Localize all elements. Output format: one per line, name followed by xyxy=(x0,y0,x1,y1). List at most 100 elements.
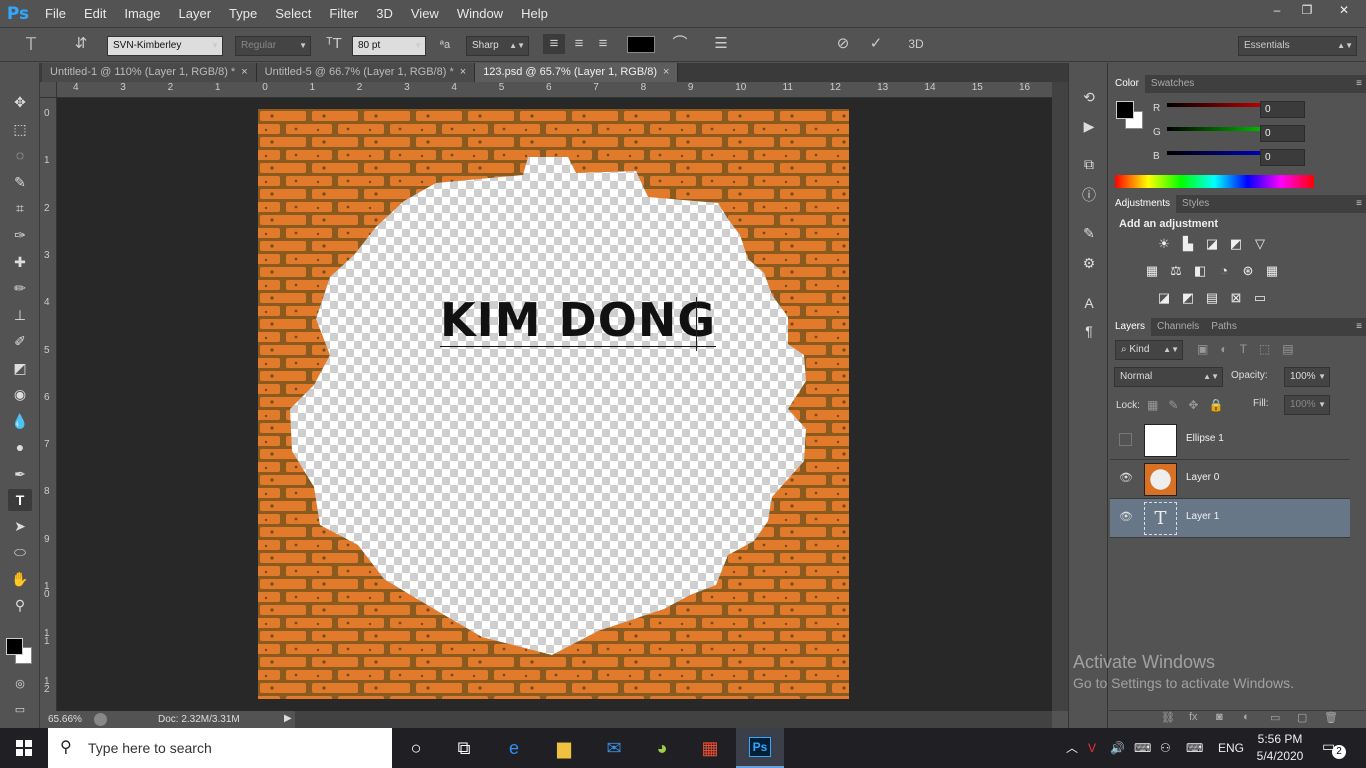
toggle-text-orientation-icon[interactable]: ⇵ xyxy=(70,34,92,54)
type-tool-preset-icon[interactable]: T xyxy=(20,34,42,54)
selective-color-icon[interactable]: ⊠ xyxy=(1227,290,1245,306)
color-balance-icon[interactable]: ⚖ xyxy=(1167,263,1185,279)
brush-tool-icon[interactable]: ✏ xyxy=(8,277,32,299)
eraser-tool-icon[interactable]: ◩ xyxy=(8,357,32,379)
layer-row-ellipse-1[interactable]: Ellipse 1 xyxy=(1110,421,1350,460)
task-view-icon[interactable]: ⧉ xyxy=(440,728,488,768)
brush-presets-icon[interactable]: ✎ xyxy=(1078,225,1100,245)
photoshop-logo[interactable]: Ps xyxy=(0,0,36,28)
layer-row-layer-1[interactable]: 👁 T Layer 1 xyxy=(1110,499,1350,538)
channel-mixer-icon[interactable]: ⊛ xyxy=(1239,263,1257,279)
character-panel-icon[interactable]: ☰ xyxy=(710,34,732,54)
layer-mask-icon[interactable]: ◙ xyxy=(1216,711,1223,723)
3d-mode-icon[interactable]: 3D xyxy=(905,34,927,54)
start-button[interactable] xyxy=(0,728,48,768)
color-fg-swatch[interactable] xyxy=(1116,101,1134,119)
menu-help[interactable]: Help xyxy=(512,0,557,28)
workspace-select[interactable]: Essentials ▲▼ xyxy=(1238,36,1357,56)
3d-panel-icon[interactable]: ⧉ xyxy=(1078,156,1100,176)
notification-center-icon[interactable]: ▭ 2 xyxy=(1322,738,1346,759)
panel-menu-icon[interactable]: ≡ xyxy=(1356,318,1362,336)
threshold-icon[interactable]: ▤ xyxy=(1203,290,1221,306)
foreground-color-swatch[interactable] xyxy=(6,638,23,655)
store-icon[interactable]: ▦ xyxy=(686,728,734,768)
layer-row-layer-0[interactable]: 👁 Layer 0 xyxy=(1110,460,1350,499)
hand-tool-icon[interactable]: ✋ xyxy=(8,568,32,590)
close-icon[interactable]: × xyxy=(460,66,466,78)
tab-paths[interactable]: Paths xyxy=(1205,318,1243,336)
align-left-icon[interactable]: ≡ xyxy=(543,34,565,54)
font-size-select[interactable]: 80 pt ▼ xyxy=(352,36,426,56)
info-icon[interactable]: ⓘ xyxy=(1078,185,1100,205)
horizontal-scrollbar[interactable] xyxy=(295,711,1052,728)
menu-image[interactable]: Image xyxy=(115,0,169,28)
clock[interactable]: 5:56 PM 5/4/2020 xyxy=(1252,732,1308,763)
ellipse-tool-icon[interactable]: ⬭ xyxy=(8,541,32,563)
file-explorer-icon[interactable]: ▆ xyxy=(540,728,588,768)
blur-tool-icon[interactable]: 💧 xyxy=(8,410,32,432)
tab-color[interactable]: Color xyxy=(1109,75,1145,93)
eye-icon[interactable]: 👁 xyxy=(1119,511,1133,524)
font-family-select[interactable]: SVN-Kimberley ▼ xyxy=(107,36,223,56)
channel-r-value[interactable]: 0 xyxy=(1260,101,1305,118)
exposure-icon[interactable]: ◩ xyxy=(1227,236,1245,252)
new-layer-icon[interactable]: ▢ xyxy=(1297,711,1307,724)
gradient-map-icon[interactable]: ▭ xyxy=(1251,290,1269,306)
text-color-swatch[interactable] xyxy=(627,36,655,53)
layer-filter-icons[interactable]: ▣◐T⬚▤ xyxy=(1197,342,1306,356)
tab-untitled-1[interactable]: Untitled-1 @ 110% (Layer 1, RGB/8) * × xyxy=(42,63,257,82)
visibility-toggle-off[interactable] xyxy=(1119,433,1132,446)
tab-layers[interactable]: Layers xyxy=(1109,318,1152,336)
actions-play-icon[interactable]: ▶ xyxy=(1078,118,1100,138)
menu-type[interactable]: Type xyxy=(220,0,266,28)
delete-layer-icon[interactable]: 🗑 xyxy=(1324,711,1338,724)
layer-name[interactable]: Ellipse 1 xyxy=(1186,433,1224,444)
lock-icons[interactable]: ▦✎✥🔒 xyxy=(1147,398,1233,412)
menu-filter[interactable]: Filter xyxy=(320,0,367,28)
cancel-edit-icon[interactable]: ⊘ xyxy=(832,34,854,54)
new-group-icon[interactable]: ▭ xyxy=(1270,711,1280,724)
curves-icon[interactable]: ◪ xyxy=(1203,236,1221,252)
ime-icon[interactable]: ⌨ xyxy=(1134,728,1151,768)
blend-mode-select[interactable]: Normal ▲▼ xyxy=(1114,367,1223,387)
lasso-tool-icon[interactable]: ◌ xyxy=(8,144,32,166)
hue-saturation-icon[interactable]: ▦ xyxy=(1143,263,1161,279)
invert-icon[interactable]: ◪ xyxy=(1155,290,1173,306)
status-info-icon[interactable] xyxy=(94,713,107,726)
fill-input[interactable]: 100% ▼ xyxy=(1284,395,1330,415)
network-icon[interactable]: ⚇ xyxy=(1160,728,1171,768)
align-center-icon[interactable]: ≡ xyxy=(568,34,590,54)
properties-icon[interactable]: ⚙ xyxy=(1078,255,1100,275)
panel-menu-icon[interactable]: ≡ xyxy=(1356,195,1362,213)
history-brush-tool-icon[interactable]: ✐ xyxy=(8,330,32,352)
language-indicator[interactable]: ENG xyxy=(1218,728,1244,768)
menu-layer[interactable]: Layer xyxy=(170,0,221,28)
crop-tool-icon[interactable]: ⌗ xyxy=(8,197,32,219)
paint-bucket-tool-icon[interactable]: ◉ xyxy=(8,383,32,405)
tab-123-psd[interactable]: 123.psd @ 65.7% (Layer 1, RGB/8) × xyxy=(475,63,679,82)
menu-edit[interactable]: Edit xyxy=(75,0,115,28)
greenshot-icon[interactable]: ◕ xyxy=(638,728,686,768)
layer-name[interactable]: Layer 0 xyxy=(1186,472,1219,483)
quick-select-tool-icon[interactable]: ✎ xyxy=(8,171,32,193)
keyboard-icon[interactable]: ⌨ xyxy=(1186,728,1203,768)
close-icon[interactable]: × xyxy=(241,66,247,78)
layer-filter-kind-select[interactable]: ⌕ Kind ▲▼ xyxy=(1115,340,1183,360)
link-layers-icon[interactable]: ⛓ xyxy=(1161,711,1175,724)
layer-style-icon[interactable]: fx xyxy=(1189,711,1198,723)
align-right-icon[interactable]: ≡ xyxy=(592,34,614,54)
menu-select[interactable]: Select xyxy=(266,0,320,28)
taskbar-search-box[interactable]: ⚲ Type here to search xyxy=(48,728,392,768)
channel-g-value[interactable]: 0 xyxy=(1260,125,1305,142)
tab-styles[interactable]: Styles xyxy=(1176,195,1215,213)
warp-text-icon[interactable]: ⌒ xyxy=(669,34,691,54)
document-canvas[interactable]: KIM DONG xyxy=(258,109,849,699)
ruler-origin[interactable] xyxy=(40,82,57,98)
canvas-area[interactable]: KIM DONG xyxy=(57,98,1052,711)
paragraph-icon[interactable]: ¶ xyxy=(1078,323,1100,343)
character-icon[interactable]: A xyxy=(1078,295,1100,315)
cortana-icon[interactable]: ○ xyxy=(392,728,440,768)
path-selection-tool-icon[interactable]: ➤ xyxy=(8,515,32,537)
vertical-scrollbar[interactable] xyxy=(1052,82,1068,711)
edge-icon[interactable]: e xyxy=(490,728,538,768)
